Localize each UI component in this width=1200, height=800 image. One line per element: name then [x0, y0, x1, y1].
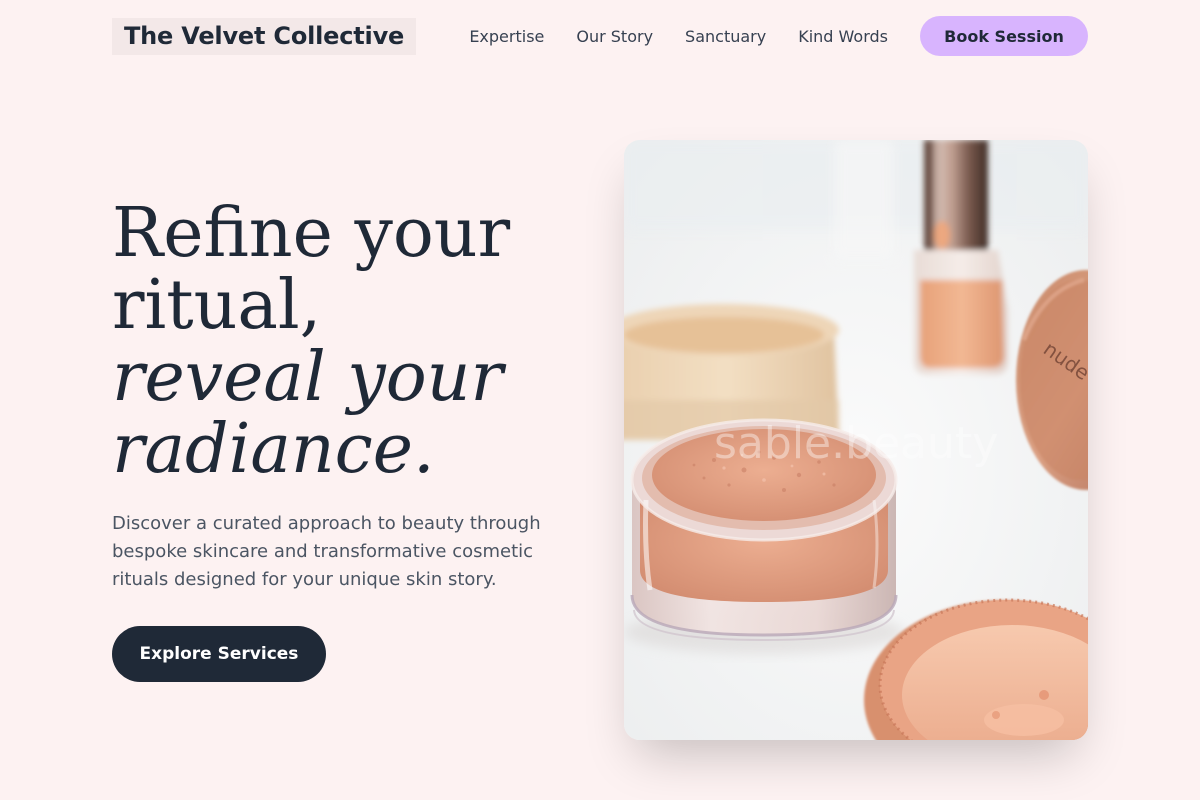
hero-title-line-2: ritual, [112, 266, 322, 345]
explore-services-button[interactable]: Explore Services [112, 626, 326, 682]
cosmetics-photo: nude sable.beauty [624, 140, 1088, 740]
hero-title-line-3: reveal your [112, 338, 503, 417]
hero-title-line-1: Refine your [112, 194, 511, 273]
watermark-text: sable.beauty [714, 418, 998, 469]
hero-title-line-4: radiance. [112, 410, 435, 489]
nav-link-kind-words[interactable]: Kind Words [798, 27, 888, 46]
nav-link-expertise[interactable]: Expertise [469, 27, 544, 46]
brand-logo[interactable]: The Velvet Collective [112, 17, 417, 55]
hero-description: Discover a curated approach to beauty th… [112, 513, 541, 590]
nav-link-sanctuary[interactable]: Sanctuary [685, 27, 766, 46]
hero-title: Refine your ritual, reveal your radiance… [112, 198, 572, 486]
site-header: The Velvet Collective Expertise Our Stor… [112, 16, 1088, 56]
hero-image: nude sable.beauty [624, 140, 1088, 740]
book-session-button[interactable]: Book Session [920, 16, 1088, 56]
nav-link-our-story[interactable]: Our Story [576, 27, 653, 46]
main-nav: Expertise Our Story Sanctuary Kind Words… [469, 16, 1088, 56]
